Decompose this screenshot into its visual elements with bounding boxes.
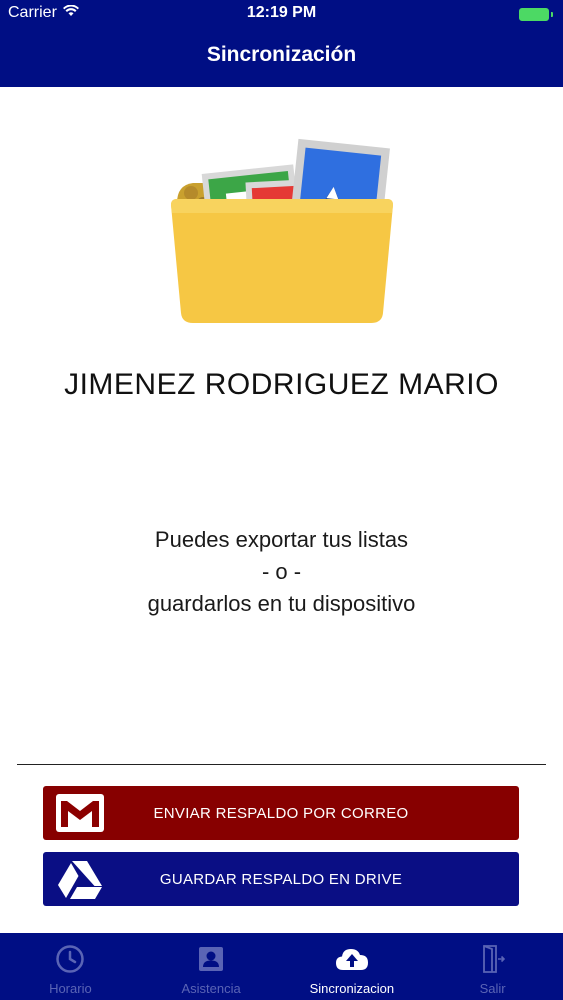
tab-bar: Horario Asistencia Sincronizacion Salir: [0, 933, 563, 1000]
sync-screen: Carrier 12:19 PM Sincronización JIMENEZ …: [0, 0, 563, 1000]
folder-illustration: [165, 133, 399, 329]
user-name: JIMENEZ RODRIGUEZ MARIO: [64, 368, 499, 401]
cloud-upload-icon: [335, 942, 369, 976]
save-backup-drive-button[interactable]: GUARDAR RESPALDO EN DRIVE: [43, 852, 519, 906]
clock-icon: [53, 942, 87, 976]
status-time: 12:19 PM: [246, 4, 317, 21]
contact-card-icon: [194, 942, 228, 976]
info-line-2: - o -: [261, 559, 302, 584]
export-info-text: Puedes exportar tus listas - o - guardar…: [0, 524, 563, 620]
info-line-1: Puedes exportar tus listas: [154, 527, 409, 552]
tab-sincronizacion-label: Sincronizacion: [309, 981, 395, 996]
info-line-3: guardarlos en tu dispositivo: [147, 591, 416, 616]
divider: [17, 764, 546, 765]
status-bar: Carrier 12:19 PM: [0, 0, 563, 30]
send-backup-email-button[interactable]: ENVIAR RESPALDO POR CORREO: [43, 786, 519, 840]
page-title: Sincronización: [206, 43, 357, 66]
tab-horario[interactable]: Horario: [0, 933, 141, 1000]
tab-salir-label: Salir: [479, 981, 506, 996]
tab-asistencia-label: Asistencia: [181, 981, 241, 996]
battery-icon: [519, 8, 553, 21]
tab-asistencia[interactable]: Asistencia: [141, 933, 282, 1000]
app-header: Carrier 12:19 PM Sincronización: [0, 0, 563, 87]
exit-door-icon: [476, 942, 510, 976]
tab-sincronizacion[interactable]: Sincronizacion: [282, 933, 423, 1000]
save-backup-drive-label: GUARDAR RESPALDO EN DRIVE: [159, 870, 403, 888]
tab-salir[interactable]: Salir: [422, 933, 563, 1000]
tab-horario-label: Horario: [49, 981, 92, 996]
send-backup-email-label: ENVIAR RESPALDO POR CORREO: [153, 804, 409, 822]
